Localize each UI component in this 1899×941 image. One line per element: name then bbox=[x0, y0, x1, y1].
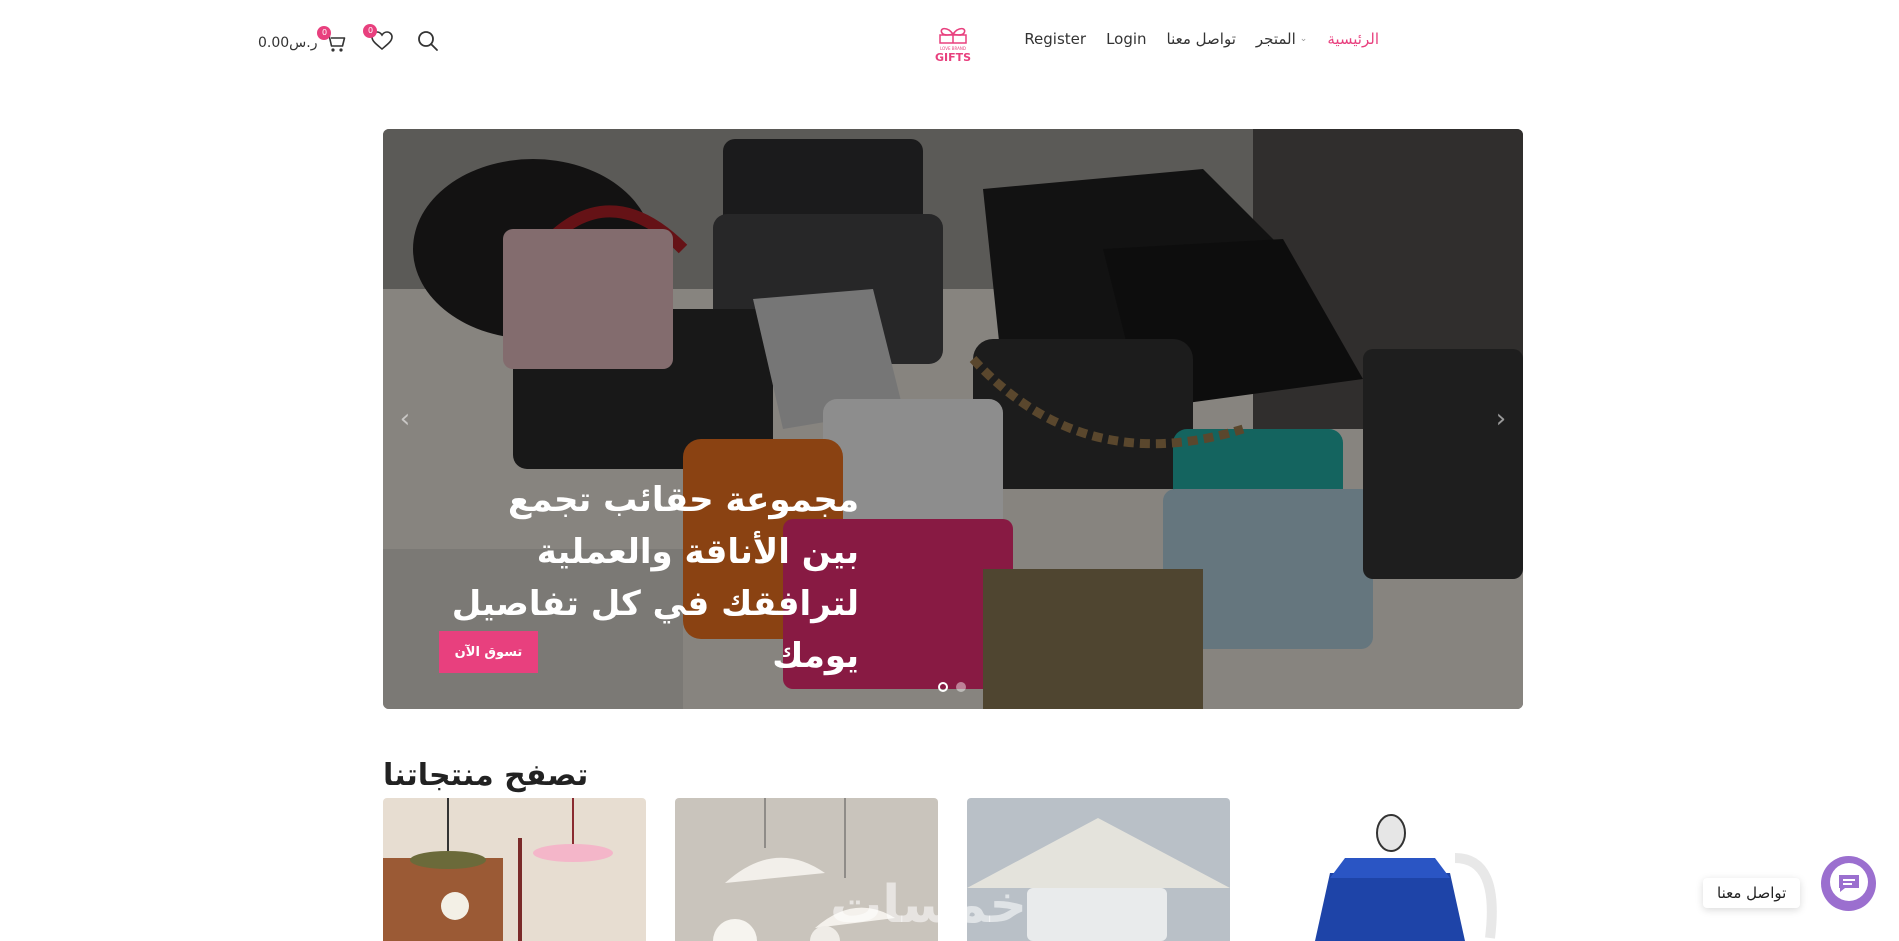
shop-now-button[interactable]: تسوق الآن bbox=[439, 631, 538, 673]
chevron-left-icon[interactable]: ‹ bbox=[395, 404, 415, 434]
nav-home[interactable]: الرئيسية bbox=[1327, 30, 1379, 48]
product-grid bbox=[383, 798, 1523, 941]
cart-total: ر.س0.00 bbox=[258, 35, 318, 51]
product-card[interactable] bbox=[383, 798, 646, 941]
product-image bbox=[967, 798, 1230, 941]
chevron-right-icon[interactable]: › bbox=[1491, 404, 1511, 434]
site-logo[interactable]: LOVE BRAND GIFTS bbox=[933, 24, 973, 64]
search-button[interactable] bbox=[417, 30, 439, 56]
slider-dots bbox=[938, 682, 966, 692]
nav-shop-label: المتجر bbox=[1255, 30, 1296, 48]
slider-dot-1[interactable] bbox=[938, 682, 948, 692]
product-card[interactable] bbox=[1260, 798, 1523, 941]
main-nav: الرئيسية المتجر ⌄ تواصل معنا Login Regis… bbox=[1024, 30, 1379, 48]
chevron-down-icon: ⌄ bbox=[1299, 34, 1308, 44]
site-header: الرئيسية المتجر ⌄ تواصل معنا Login Regis… bbox=[0, 0, 1899, 88]
slider-dot-2[interactable] bbox=[956, 682, 966, 692]
contact-widget-label[interactable]: تواصل معنا bbox=[1703, 878, 1801, 908]
cart-icon: 0 bbox=[317, 26, 347, 53]
product-card[interactable] bbox=[675, 798, 938, 941]
nav-login[interactable]: Login bbox=[1106, 30, 1146, 48]
product-image bbox=[1260, 798, 1523, 941]
nav-contact[interactable]: تواصل معنا bbox=[1167, 30, 1236, 48]
search-icon bbox=[417, 30, 439, 56]
section-title: تصفح منتجاتنا bbox=[383, 758, 589, 793]
wishlist-button[interactable]: 0 bbox=[363, 24, 394, 55]
product-image bbox=[675, 798, 938, 941]
contact-widget-button[interactable] bbox=[1821, 856, 1876, 911]
hero-slider: ‹ › مجموعة حقائب تجمع بين الأناقة والعمل… bbox=[383, 129, 1523, 709]
header-tools: ر.س0.00 0 0 bbox=[258, 24, 439, 56]
nav-register[interactable]: Register bbox=[1024, 30, 1086, 48]
nav-shop[interactable]: المتجر ⌄ bbox=[1256, 30, 1307, 48]
svg-text:GIFTS: GIFTS bbox=[935, 51, 971, 64]
product-card[interactable] bbox=[967, 798, 1230, 941]
chat-icon bbox=[1829, 862, 1869, 906]
cart-button[interactable]: ر.س0.00 0 bbox=[258, 26, 347, 53]
product-image bbox=[383, 798, 646, 941]
